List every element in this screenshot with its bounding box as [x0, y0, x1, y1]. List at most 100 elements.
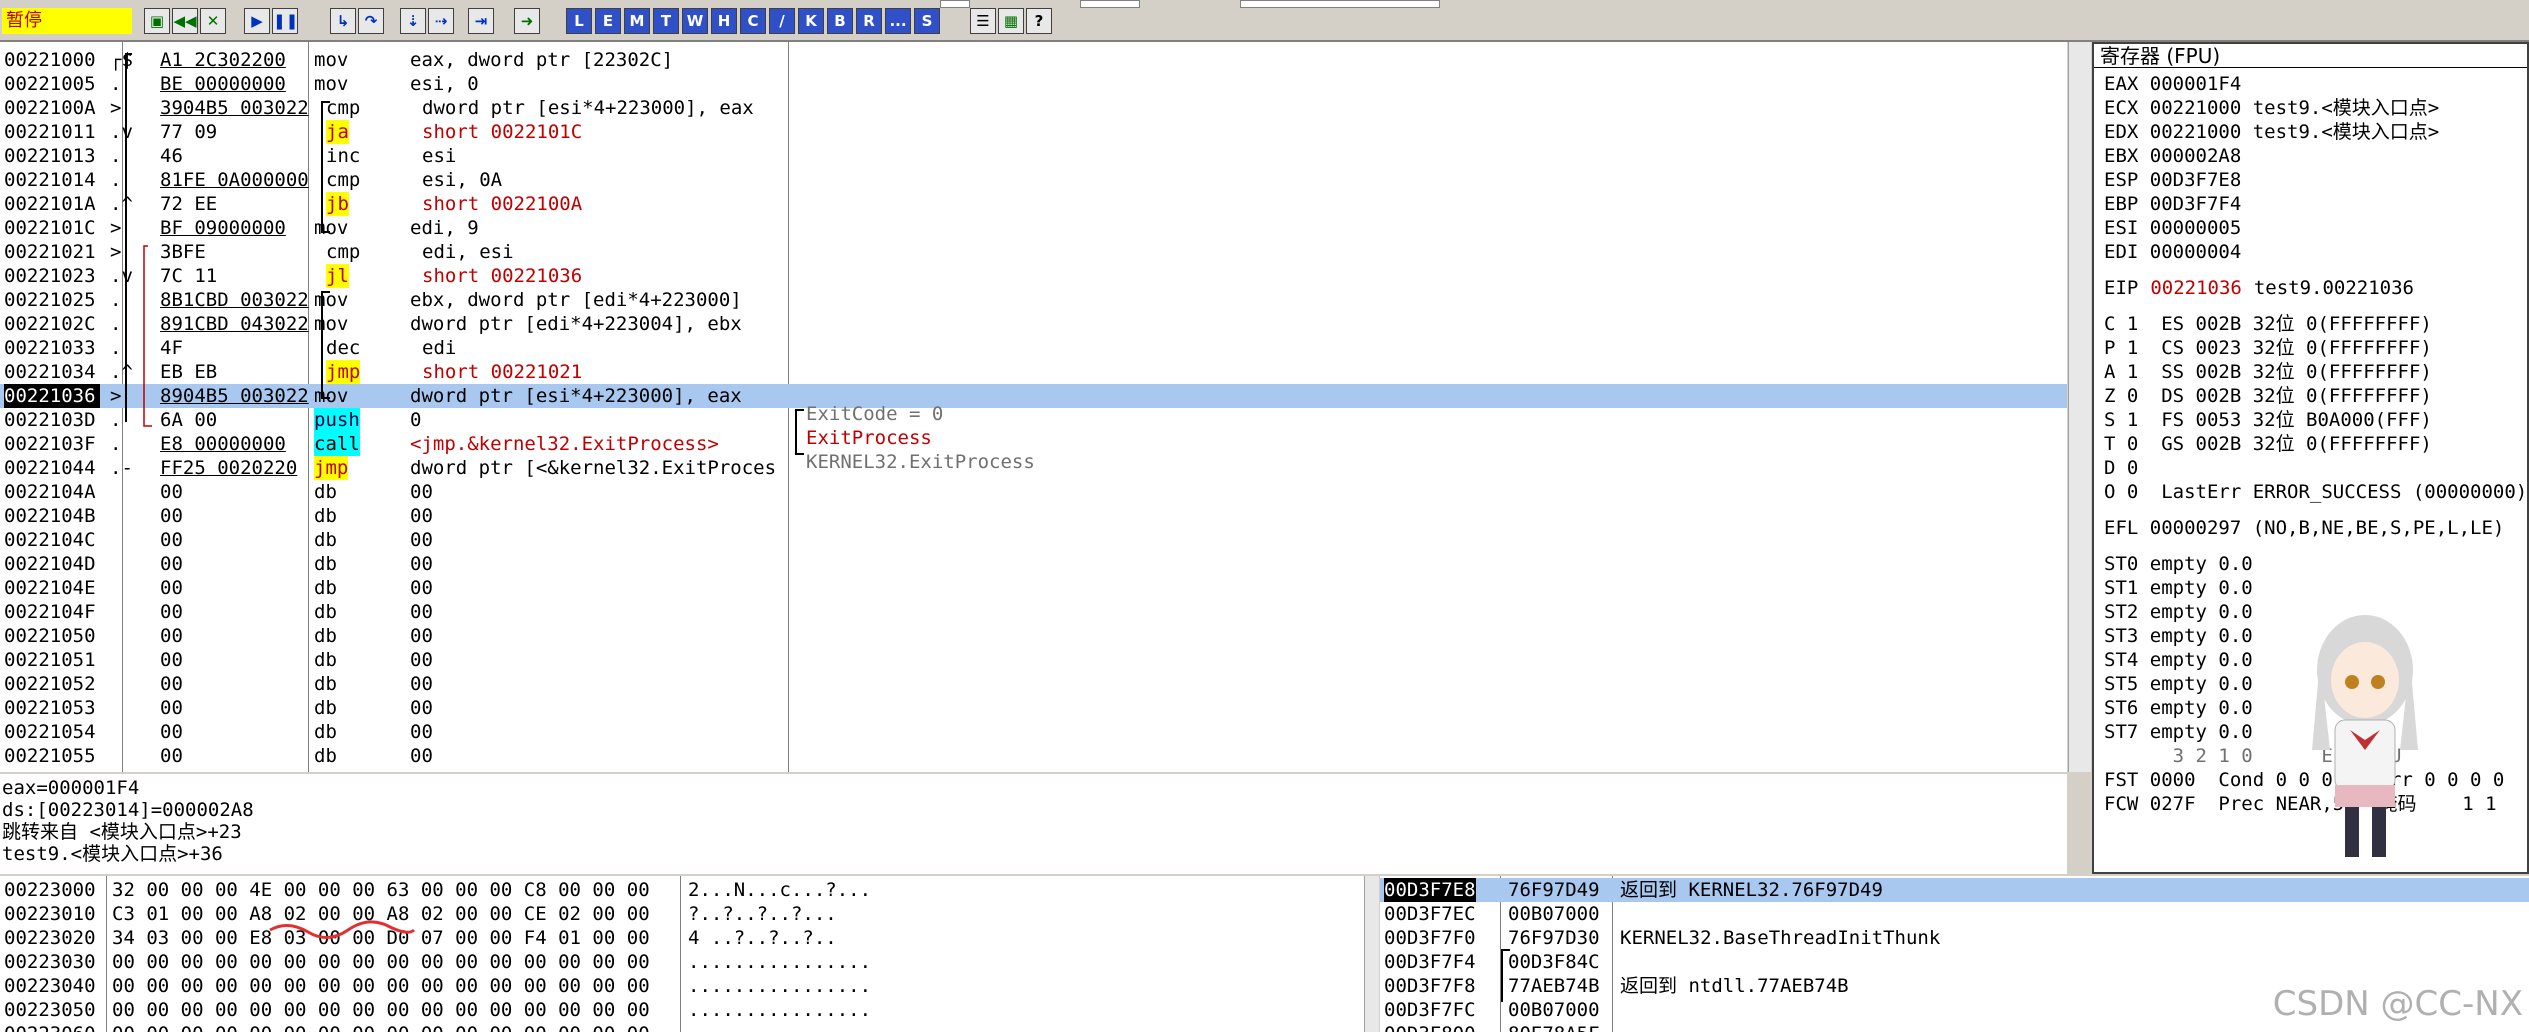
- disasm-row[interactable]: 00221055 00 db 00: [0, 744, 2067, 768]
- disasm-row[interactable]: 0022103D. 6A 00 push 0: [0, 408, 2067, 432]
- restart-icon[interactable]: ◀◀: [172, 8, 198, 34]
- dump-ascii: ................: [688, 1022, 871, 1032]
- info-pane: eax=000001F4 ds:[00223014]=000002A8 跳转来自 <…: [0, 774, 2067, 874]
- disasm-row[interactable]: 0022104E 00 db 00: [0, 576, 2067, 600]
- disasm-operands: esi, 0: [410, 73, 479, 95]
- stack-row[interactable]: 00D3F7E8 76F97D49 返回到 KERNEL32.76F97D49: [1380, 878, 2529, 902]
- register-efl: EFL 00000297 (NO,B,NE,BE,S,PE,L,LE): [2104, 517, 2505, 539]
- disasm-hex: 8904B5 003022: [160, 385, 309, 407]
- flag-segment-line: P 1 CS 0023 32位 0(FFFFFFFF): [2104, 337, 2432, 359]
- disasm-address: 00221034: [4, 361, 96, 383]
- disasm-opcode: db: [314, 505, 337, 527]
- disasm-mark: >: [110, 217, 122, 239]
- disasm-scrollbar[interactable]: [2068, 42, 2091, 772]
- disasm-operands: 00: [410, 529, 433, 551]
- disasm-row[interactable]: 00221053 00 db 00: [0, 696, 2067, 720]
- goto-icon[interactable]: ➜: [514, 8, 540, 34]
- disasm-row[interactable]: 00221052 00 db 00: [0, 672, 2067, 696]
- disasm-row[interactable]: 0022104B 00 db 00: [0, 504, 2067, 528]
- dump-row[interactable]: 00223010 C3 01 00 00 A8 02 00 00 A8 02 00…: [0, 902, 1370, 926]
- disasm-row[interactable]: 00221025. 8B1CBD 003022 mov ebx, dword ptr …: [0, 288, 2067, 312]
- disasm-row[interactable]: 0022104D 00 db 00: [0, 552, 2067, 576]
- disasm-row[interactable]: 0022100A >3904B5 003022 cmp dword ptr [esi*…: [0, 96, 2067, 120]
- disasm-row[interactable]: 00221054 00 db 00: [0, 720, 2067, 744]
- disasm-row[interactable]: 00221034 .^ EB EB jmp short 00221021: [0, 360, 2067, 384]
- disasm-address: 00221050: [4, 625, 96, 647]
- toolbar-window-button[interactable]: S: [914, 8, 940, 34]
- toolbar-window-button[interactable]: R: [856, 8, 882, 34]
- grid-icon[interactable]: ▦: [998, 8, 1024, 34]
- help-icon[interactable]: ?: [1026, 8, 1052, 34]
- toolbar-window-button[interactable]: B: [827, 8, 853, 34]
- memory-dump-pane[interactable]: 00223000 32 00 00 00 4E 00 00 00 63 00 00…: [0, 876, 1370, 1032]
- fpu-register-line: ST5 empty 0.0: [2104, 673, 2253, 695]
- disasm-row[interactable]: 0022101C > BF 09000000 mov edi, 9: [0, 216, 2067, 240]
- execute-till-return-icon[interactable]: ⇥: [468, 8, 494, 34]
- dump-row[interactable]: 00223040 00 00 00 00 00 00 00 00 00 00 00…: [0, 974, 1370, 998]
- disasm-row[interactable]: 0022104C 00 db 00: [0, 528, 2067, 552]
- disasm-row[interactable]: 0022102C. 891CBD 043022 mov dword ptr [edi*…: [0, 312, 2067, 336]
- disasm-row[interactable]: 00221051 00 db 00: [0, 648, 2067, 672]
- dump-scrollbar[interactable]: [1364, 876, 1379, 1032]
- disasm-row[interactable]: 00221011 .v 77 09 ja short 0022101C: [0, 120, 2067, 144]
- eip-value: 00221036: [2150, 277, 2242, 299]
- step-over-icon[interactable]: ↷: [358, 8, 384, 34]
- stack-row[interactable]: 00D3F7F0 76F97D30 KERNEL32.BaseThreadInitT…: [1380, 926, 2529, 950]
- disasm-row[interactable]: 00221023 .v 7C 11 jl short 00221036: [0, 264, 2067, 288]
- toolbar-window-button[interactable]: E: [595, 8, 621, 34]
- toolbar-window-button[interactable]: M: [624, 8, 650, 34]
- disasm-hex: EB EB: [160, 361, 218, 383]
- trace-into-icon[interactable]: ⇣: [400, 8, 426, 34]
- run-icon[interactable]: ▶: [244, 8, 270, 34]
- disasm-row[interactable]: 0022104A 00 db 00: [0, 480, 2067, 504]
- disasm-row[interactable]: 0022101A .^ 72 EE jb short 0022100A: [0, 192, 2067, 216]
- disasm-opcode: db: [314, 481, 337, 503]
- disasm-row[interactable]: 00221013. 46 inc esi: [0, 144, 2067, 168]
- dump-row[interactable]: 00223060 00 00 00 00 00 00 00 00 00 00 00…: [0, 1022, 1370, 1032]
- disasm-row[interactable]: 00221014. 81FE 0A000000 cmp esi, 0A: [0, 168, 2067, 192]
- toolbar-window-button[interactable]: L: [566, 8, 592, 34]
- open-icon[interactable]: ▣: [144, 8, 170, 34]
- disasm-row[interactable]: 00221050 00 db 00: [0, 624, 2067, 648]
- toolbar-window-button[interactable]: C: [740, 8, 766, 34]
- register-line: ECX 00221000 test9.<模块入口点>: [2104, 97, 2440, 119]
- disasm-address: 00221011: [4, 121, 96, 143]
- toolbar-window-button[interactable]: K: [798, 8, 824, 34]
- disasm-mark: .-: [110, 457, 133, 479]
- toolbar-window-button[interactable]: T: [653, 8, 679, 34]
- disasm-row[interactable]: 00221000 ┌$ A1 2C302200 mov eax, dword ptr […: [0, 48, 2067, 72]
- disasm-address: 00221014: [4, 169, 96, 191]
- disasm-operands: 0: [410, 409, 422, 431]
- trace-over-icon[interactable]: ⇢: [428, 8, 454, 34]
- toolbar-window-button[interactable]: /: [769, 8, 795, 34]
- stack-row[interactable]: 00D3F7EC 00B07000: [1380, 902, 2529, 926]
- disasm-row[interactable]: 00221005. BE 00000000 mov esi, 0: [0, 72, 2067, 96]
- toolbar-window-button[interactable]: ...: [885, 8, 911, 34]
- dump-row[interactable]: 00223050 00 00 00 00 00 00 00 00 00 00 00…: [0, 998, 1370, 1022]
- dump-row[interactable]: 00223030 00 00 00 00 00 00 00 00 00 00 00…: [0, 950, 1370, 974]
- close-icon[interactable]: ✕: [200, 8, 226, 34]
- disasm-row[interactable]: 0022104F 00 db 00: [0, 600, 2067, 624]
- toolbar-window-button[interactable]: H: [711, 8, 737, 34]
- disasm-row[interactable]: 00221036 >8904B5 003022 mov dword ptr [esi*…: [0, 384, 2067, 408]
- pause-icon[interactable]: ❚❚: [272, 8, 298, 34]
- stack-row[interactable]: 00D3F7F4 00D3F84C: [1380, 950, 2529, 974]
- disasm-hex: 46: [160, 145, 183, 167]
- disassembly-pane[interactable]: 00221000 ┌$ A1 2C302200 mov eax, dword ptr […: [0, 42, 2067, 772]
- disasm-operands: 00: [410, 601, 433, 623]
- list-icon[interactable]: ☰: [970, 8, 996, 34]
- dump-row[interactable]: 00223020 34 03 00 00 E8 03 00 00 D0 07 00…: [0, 926, 1370, 950]
- disasm-row[interactable]: 00221033. 4F dec edi: [0, 336, 2067, 360]
- dump-row[interactable]: 00223000 32 00 00 00 4E 00 00 00 63 00 00…: [0, 878, 1370, 902]
- register-line: EDI 00000004: [2104, 241, 2242, 263]
- stack-comment: 返回到 KERNEL32.76F97D49: [1620, 879, 1883, 901]
- toolbar-window-button[interactable]: W: [682, 8, 708, 34]
- disasm-row[interactable]: 00221021 >3BFE cmp edi, esi: [0, 240, 2067, 264]
- step-into-icon[interactable]: ↳: [330, 8, 356, 34]
- dump-ascii: 4 ..?..?..?..: [688, 927, 837, 949]
- comment-exitcode: ExitCode = 0: [806, 403, 944, 425]
- menu-stub: [1240, 0, 1440, 8]
- disasm-hex: A1 2C302200: [160, 49, 286, 71]
- disasm-operands: 00: [410, 505, 433, 527]
- stack-address: 00D3F7E8: [1384, 878, 1476, 902]
